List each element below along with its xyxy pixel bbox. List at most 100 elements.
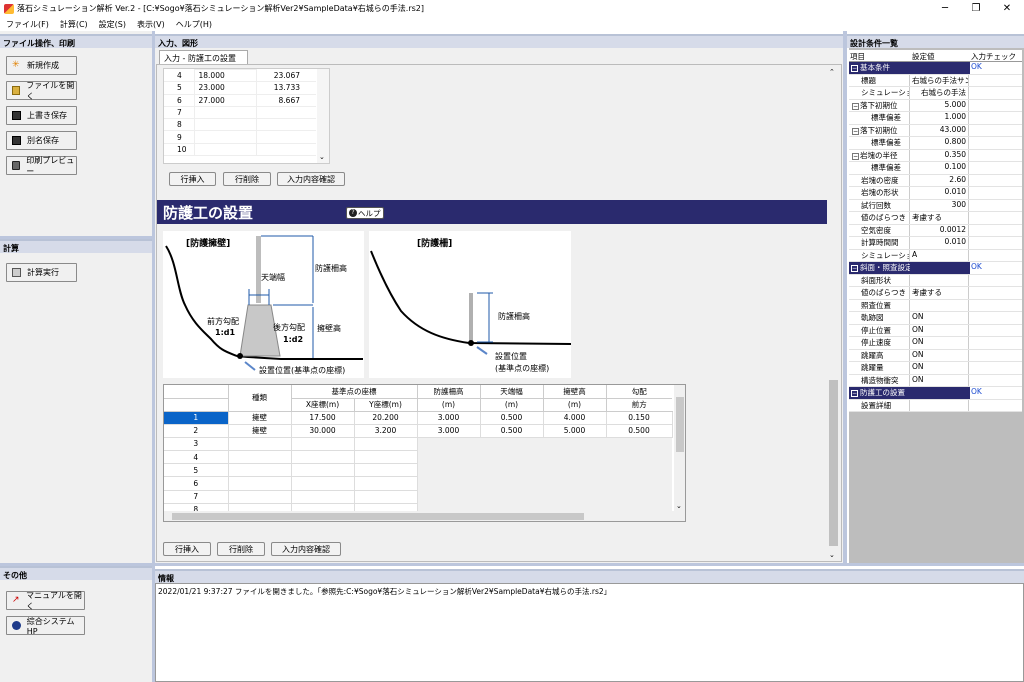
top-row-x[interactable] <box>193 142 257 157</box>
top-table-row[interactable]: 8 <box>164 118 316 132</box>
grid-cell-y[interactable] <box>354 450 418 465</box>
grid-cell-y[interactable] <box>354 437 418 452</box>
grid-cell-wall[interactable]: 5.000 <box>543 424 607 438</box>
collapse-icon[interactable]: − <box>851 265 858 272</box>
main-vscroll-thumb[interactable] <box>829 380 838 546</box>
top-row-y[interactable]: 23.067 <box>256 69 316 83</box>
property-row[interactable]: 試行回数 300 <box>849 199 1022 212</box>
collapse-icon[interactable]: − <box>852 152 859 160</box>
grid-cell-front[interactable]: 0.150 <box>606 411 673 425</box>
property-value[interactable]: ON <box>911 349 969 361</box>
confirm-input-button-top[interactable]: 入力内容確認 <box>277 172 345 186</box>
grid-cell-wall[interactable] <box>543 463 606 477</box>
property-category[interactable]: − 基本条件 OK <box>849 62 1022 75</box>
collapse-icon[interactable]: − <box>852 127 859 135</box>
collapse-icon[interactable]: − <box>852 102 859 110</box>
property-value[interactable] <box>911 62 969 74</box>
property-category[interactable]: − 防護工の設置 OK <box>849 387 1022 400</box>
website-button[interactable]: 綜合システムHP <box>6 616 85 636</box>
top-table-row[interactable]: 9 <box>164 130 316 144</box>
grid-hscroll-thumb[interactable] <box>172 513 584 520</box>
menu-settings[interactable]: 設定(S) <box>99 19 126 30</box>
grid-cell-front[interactable] <box>606 450 672 464</box>
property-row[interactable]: 標題 右城らの手法サン <box>849 74 1022 87</box>
save-button[interactable]: 上書き保存 <box>6 106 77 125</box>
property-row[interactable]: シミュレーショ 右城らの手法 <box>849 87 1022 100</box>
property-value[interactable] <box>911 387 969 399</box>
grid-cell-type[interactable] <box>228 463 292 478</box>
grid-cell-fence[interactable] <box>417 476 480 491</box>
property-row[interactable]: 値のばらつき 考慮する <box>849 287 1022 300</box>
right-vertical-splitter[interactable] <box>843 31 847 563</box>
top-table-row[interactable]: 10 <box>164 142 316 157</box>
property-value[interactable]: ON <box>911 337 969 349</box>
property-value[interactable]: ON <box>911 362 969 374</box>
grid-cell-x[interactable]: 30.000 <box>291 424 355 438</box>
grid-cell-top[interactable] <box>480 476 543 491</box>
top-row-x[interactable]: 23.000 <box>193 81 257 95</box>
save-as-button[interactable]: 別名保存 <box>6 131 77 150</box>
property-value[interactable]: 考慮する <box>911 212 969 224</box>
top-table-row[interactable]: 6 27.000 8.667 <box>164 93 316 107</box>
collapse-icon[interactable]: − <box>851 65 858 72</box>
property-row[interactable]: 空気密度 0.0012 <box>849 224 1022 237</box>
property-row[interactable]: 跳躍高 ON <box>849 349 1022 362</box>
menu-file[interactable]: ファイル(F) <box>6 19 49 30</box>
top-row-y[interactable] <box>256 118 316 132</box>
property-row[interactable]: 標準偏差 0.100 <box>849 162 1022 175</box>
property-row[interactable]: 停止速度 ON <box>849 337 1022 350</box>
grid-cell-front[interactable] <box>606 476 672 491</box>
grid-cell-fence[interactable] <box>417 490 480 504</box>
collapse-icon[interactable]: − <box>851 390 858 397</box>
grid-cell-top[interactable] <box>480 490 543 504</box>
grid-cell-wall[interactable] <box>543 437 606 451</box>
property-value[interactable]: 5.000 <box>911 99 969 111</box>
property-value[interactable]: 300 <box>911 199 969 211</box>
grid-cell-fence[interactable]: 3.000 <box>417 411 481 425</box>
property-value[interactable]: A <box>911 249 969 261</box>
property-row[interactable]: − 岩塊の半径 0.350 <box>849 149 1022 162</box>
grid-cell-y[interactable] <box>354 490 418 504</box>
grid-cell-x[interactable] <box>291 463 355 478</box>
grid-vscrollbar[interactable]: ⌄ <box>674 385 685 511</box>
grid-cell-y[interactable] <box>354 476 418 491</box>
property-row[interactable]: 構造物衝突 ON <box>849 374 1022 387</box>
property-value[interactable]: 1.000 <box>911 112 969 124</box>
property-value[interactable]: 0.800 <box>911 137 969 149</box>
grid-cell-wall[interactable] <box>543 476 606 491</box>
property-row[interactable]: 標準偏差 0.800 <box>849 137 1022 150</box>
property-row[interactable]: 岩塊の密度 2.60 <box>849 174 1022 187</box>
property-row[interactable]: 標準偏差 1.000 <box>849 112 1022 125</box>
open-manual-button[interactable]: ↗ マニュアルを開く <box>6 591 85 611</box>
grid-cell-front[interactable] <box>606 437 672 451</box>
run-calc-button[interactable]: 計算実行 <box>6 263 77 282</box>
grid-row[interactable]: 7 <box>164 490 672 504</box>
property-value[interactable]: 0.010 <box>911 187 969 199</box>
grid-cell-wall[interactable]: 4.000 <box>543 411 607 425</box>
grid-cell-wall[interactable] <box>543 490 606 504</box>
property-value[interactable] <box>911 262 969 274</box>
property-value[interactable] <box>911 299 969 311</box>
property-row[interactable]: 跳躍量 ON <box>849 362 1022 375</box>
grid-cell-type[interactable]: 擁壁 <box>228 424 292 438</box>
grid-cell-x[interactable] <box>291 476 355 491</box>
grid-cell-y[interactable] <box>354 463 418 478</box>
property-value[interactable]: 0.100 <box>911 162 969 174</box>
menu-view[interactable]: 表示(V) <box>137 19 165 30</box>
tab-protection[interactable]: 入力 - 防護工の設置 <box>159 50 248 64</box>
grid-row[interactable]: 3 <box>164 437 672 452</box>
grid-cell-type[interactable] <box>228 437 292 452</box>
grid-vscroll-thumb[interactable] <box>676 397 684 452</box>
grid-cell-y[interactable]: 3.200 <box>354 424 418 438</box>
top-row-y[interactable]: 13.733 <box>256 81 316 95</box>
top-coordinate-table[interactable]: 4 18.000 23.067 5 23.000 13.733 6 27.000 8… <box>163 68 330 164</box>
property-value[interactable] <box>911 274 969 286</box>
top-row-x[interactable]: 18.000 <box>193 68 257 83</box>
top-table-row[interactable]: 7 <box>164 105 316 120</box>
property-row[interactable]: 計算時間間 0.010 <box>849 237 1022 250</box>
property-value[interactable]: 0.0012 <box>911 224 969 236</box>
print-preview-button[interactable]: 印刷プレビュー <box>6 156 77 176</box>
top-row-y[interactable]: 8.667 <box>256 94 316 107</box>
grid-cell-top[interactable] <box>480 437 543 451</box>
property-row[interactable]: 岩塊の形状 0.010 <box>849 187 1022 200</box>
